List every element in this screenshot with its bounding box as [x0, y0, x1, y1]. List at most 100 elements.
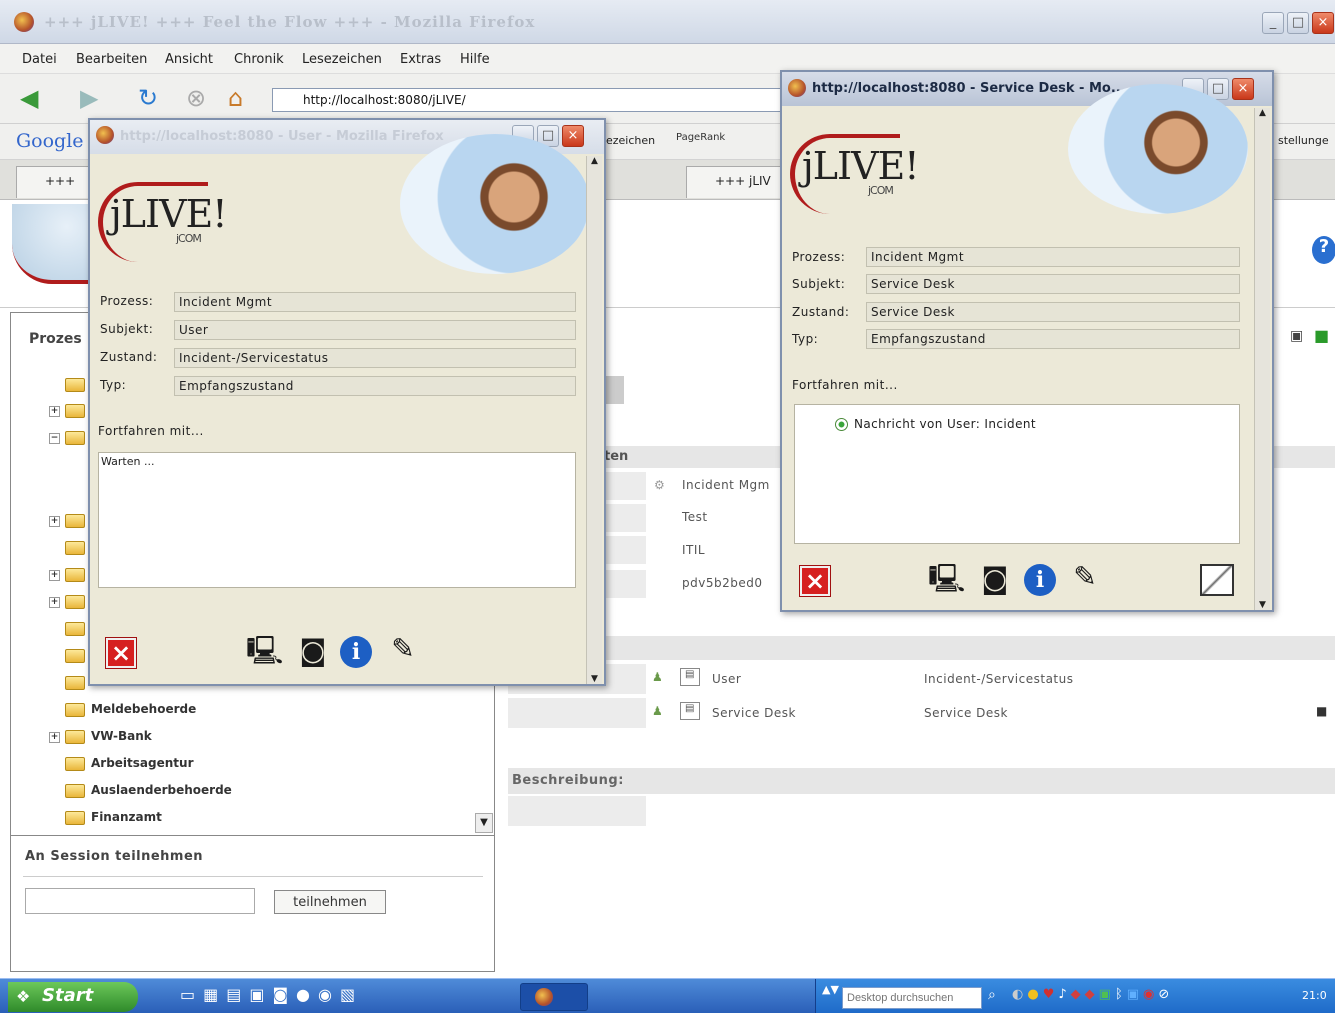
expand-icon[interactable]: + [49, 732, 60, 743]
clock[interactable]: 21:0 [1302, 989, 1327, 1002]
tree-item-meldebehoerde[interactable]: Meldebehoerde [65, 702, 196, 724]
tray-icon[interactable]: ▣ [1099, 987, 1111, 1002]
taskbar-firefox-button[interactable] [520, 983, 588, 1011]
quicklaunch-icon[interactable]: ● [296, 985, 310, 1004]
tray-icon[interactable]: ◐ [1012, 987, 1023, 1002]
gear-icon[interactable]: ⚙ [654, 478, 665, 492]
url-input[interactable]: http://localhost:8080/jLIVE/ [272, 88, 792, 112]
radio-icon[interactable] [835, 418, 848, 431]
edit-note-icon[interactable]: ✎ [1068, 560, 1102, 594]
panel-divider [11, 835, 494, 836]
quicklaunch-icon[interactable]: ◙ [273, 985, 289, 1004]
expand-icon[interactable]: + [49, 597, 60, 608]
tray-icon[interactable]: ◉ [1143, 987, 1154, 1002]
tree-scroll-down-icon[interactable]: ▼ [475, 813, 493, 833]
firefox-icon [788, 79, 806, 97]
menu-item-extras[interactable]: Extras [400, 52, 441, 67]
option-radio-row[interactable]: Nachricht von User: Incident [835, 417, 1036, 431]
minimize-icon[interactable]: _ [1262, 12, 1284, 34]
forward-arrow-icon[interactable]: ▶ [80, 86, 98, 110]
tree-item-vw-bank[interactable]: + VW-Bank [49, 729, 152, 751]
tree-item-finanzamt[interactable]: Finanzamt [65, 810, 162, 832]
document-icon[interactable]: ▤ [680, 702, 700, 720]
document-icon[interactable]: ▤ [680, 668, 700, 686]
quicklaunch-icon[interactable]: ◉ [318, 985, 332, 1004]
scroll-down-icon[interactable]: ▼ [587, 674, 602, 684]
camera-icon[interactable]: ◙ [296, 634, 330, 668]
bookmarks-fragment[interactable]: ezeichen [606, 134, 655, 147]
subjekt-label: Subjekt: [792, 277, 846, 291]
settings-fragment[interactable]: stellunge [1278, 134, 1329, 147]
menu-item-hilfe[interactable]: Hilfe [460, 52, 490, 67]
close-icon[interactable]: × [562, 125, 584, 147]
logo-subtext: jCOM [868, 184, 894, 197]
cancel-x-button[interactable]: × [799, 565, 831, 597]
scroll-down-icon[interactable]: ▼ [1255, 600, 1270, 610]
menu-item-datei[interactable]: Datei [22, 52, 57, 67]
tray-icon[interactable]: ▣ [1127, 987, 1139, 1002]
row-label-cell [508, 698, 646, 728]
search-icon[interactable]: ⌕ [988, 987, 996, 1003]
tab-first[interactable]: +++ [16, 166, 96, 198]
reload-icon[interactable]: ↻ [138, 86, 158, 110]
menu-item-bearbeiten[interactable]: Bearbeiten [76, 52, 147, 67]
help-icon[interactable]: ? [1312, 236, 1335, 264]
tray-icon[interactable]: ♥ [1043, 987, 1055, 1002]
edit-note-icon[interactable]: ✎ [386, 632, 420, 666]
continue-label: Fortfahren mit... [792, 378, 898, 392]
popup-service-scrollbar[interactable]: ▲ ▼ [1254, 108, 1270, 610]
tree-item-arbeitsagentur[interactable]: Arbeitsagentur [65, 756, 194, 778]
main-window-titlebar[interactable]: +++ jLIVE! +++ Feel the Flow +++ - Mozil… [0, 0, 1335, 44]
scroll-up-icon[interactable]: ▲ [1255, 108, 1270, 118]
status-green-icon[interactable]: ■ [1314, 326, 1330, 345]
quicklaunch-icon[interactable]: ▤ [226, 985, 241, 1004]
menu-item-chronik[interactable]: Chronik [234, 52, 284, 67]
close-icon[interactable]: × [1232, 78, 1254, 100]
tab-jlive[interactable]: +++ jLIV [686, 166, 786, 198]
camera-icon[interactable]: ◙ [978, 562, 1012, 596]
session-input[interactable] [25, 888, 255, 914]
menu-item-lesezeichen[interactable]: Lesezeichen [302, 52, 382, 67]
cancel-x-button[interactable]: × [105, 637, 137, 669]
computer-icon[interactable]: 🖳 [928, 562, 965, 596]
confirm-icon[interactable] [1200, 564, 1234, 596]
expand-icon[interactable]: + [49, 570, 60, 581]
quicklaunch-icon[interactable]: ▦ [203, 985, 218, 1004]
google-logo[interactable]: Google [16, 130, 84, 152]
popup-user-scrollbar[interactable]: ▲ ▼ [586, 156, 602, 684]
remove-icon[interactable]: ■ [1316, 704, 1328, 718]
info-icon[interactable]: i [340, 636, 372, 668]
print-icon[interactable]: ▣ [1290, 328, 1304, 344]
bluetooth-icon[interactable]: ᛒ [1115, 987, 1123, 1002]
back-arrow-icon[interactable]: ◀ [20, 86, 38, 110]
start-button[interactable]: ❖ Start [8, 982, 138, 1012]
quicklaunch-icon[interactable]: ▭ [180, 985, 195, 1004]
tray-icon[interactable]: ◆ [1085, 987, 1095, 1002]
tray-icon[interactable]: ● [1027, 987, 1038, 1002]
computer-icon[interactable]: 🖳 [246, 634, 283, 668]
home-icon[interactable]: ⌂ [228, 86, 243, 110]
menu-item-ansicht[interactable]: Ansicht [165, 52, 213, 67]
scroll-up-icon[interactable]: ▲ [587, 156, 602, 166]
tray-icon[interactable]: ⊘ [1158, 987, 1169, 1002]
expand-icon[interactable]: + [49, 516, 60, 527]
join-session-button[interactable]: teilnehmen [274, 890, 386, 914]
collapse-toggle[interactable] [606, 376, 624, 404]
close-icon[interactable]: × [1312, 12, 1334, 34]
quicklaunch-icon[interactable]: ▧ [340, 985, 355, 1004]
firefox-icon [96, 126, 114, 144]
pagerank-label[interactable]: PageRank [676, 132, 725, 143]
info-icon[interactable]: i [1024, 564, 1056, 596]
continue-label: Fortfahren mit... [98, 424, 204, 438]
maximize-icon[interactable]: □ [1287, 12, 1309, 34]
subjekt-field: Service Desk [866, 274, 1240, 294]
tray-arrows-icon[interactable]: ▲▼ [822, 983, 839, 996]
stop-icon[interactable]: ⊗ [186, 86, 206, 110]
quicklaunch-icon[interactable]: ▣ [249, 985, 264, 1004]
collapse-icon[interactable]: − [49, 433, 60, 444]
expand-icon[interactable]: + [49, 406, 60, 417]
tray-icon[interactable]: ◆ [1071, 987, 1081, 1002]
tree-item-auslaenderbehoerde[interactable]: Auslaenderbehoerde [65, 783, 232, 805]
tray-icon[interactable]: ♪ [1058, 987, 1066, 1002]
desktop-search-input[interactable] [842, 987, 982, 1009]
